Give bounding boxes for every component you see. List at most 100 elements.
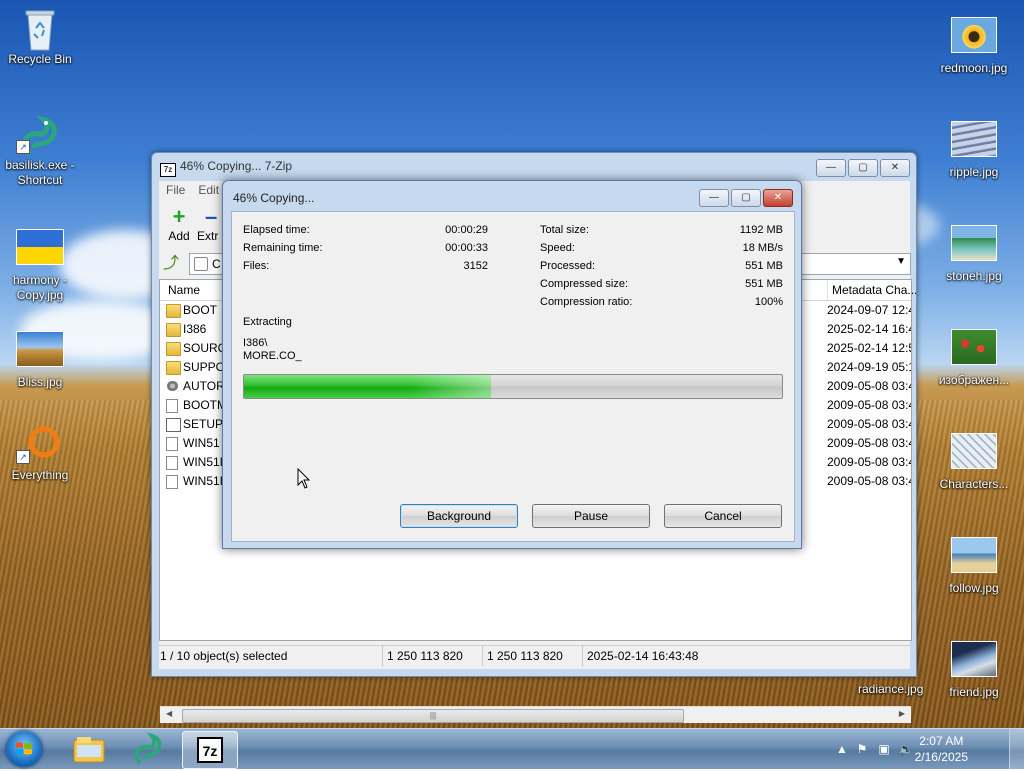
system-tray: ▲ ⚑ ▣ 🔈 2:07 AM 2/16/2025 [834, 729, 1024, 769]
desktop-icon-label: Everything [11, 468, 69, 482]
desktop-icon-radiance[interactable]: radiance.jpg [858, 682, 938, 696]
clock-time: 2:07 AM [919, 734, 964, 748]
minimize-button[interactable]: — [699, 189, 729, 207]
window-controls: — ▢ ✕ [816, 159, 910, 177]
desktop-icon-harmony[interactable]: harmony - Copy.jpg [0, 226, 80, 303]
image-thumbnail-icon [16, 331, 64, 371]
desktop-icon-label: Recycle Bin [8, 52, 72, 66]
image-thumbnail-icon [16, 229, 64, 269]
close-button[interactable]: ✕ [880, 159, 910, 177]
processed-label: Processed: [540, 260, 596, 272]
taskbar-explorer[interactable] [62, 731, 116, 767]
file-date: 2024-09-07 12:4 [827, 303, 911, 317]
dropdown-arrow-icon[interactable]: ▼ [896, 256, 906, 267]
settings-file-icon [166, 380, 179, 392]
cancel-button[interactable]: Cancel [664, 504, 782, 528]
desktop-icon-friend[interactable]: friend.jpg [934, 638, 1014, 700]
file-name: BOOT [183, 303, 218, 317]
file-icon [166, 399, 178, 413]
desktop-icon-characters[interactable]: Characters... [934, 430, 1014, 492]
files-value: 3152 [463, 260, 488, 272]
desktop-icon-follow[interactable]: follow.jpg [934, 534, 1014, 596]
7zip-icon: 7z [160, 163, 176, 177]
total-size-value: 1192 MB [739, 224, 783, 236]
total-size-label: Total size: [540, 224, 589, 236]
files-label: Files: [243, 260, 270, 272]
file-name: SOURCES [183, 341, 227, 355]
remaining-label: Remaining time: [243, 242, 323, 254]
compression-ratio-label: Compression ratio: [540, 296, 633, 308]
taskbar: 7z ▲ ⚑ ▣ 🔈 2:07 AM 2/16/2025 [0, 728, 1024, 769]
file-date: 2009-05-08 03:4 [827, 436, 911, 450]
basilisk-icon: ↗ [16, 114, 64, 156]
desktop-icon-everything[interactable]: ↗ Everything [0, 424, 80, 483]
file-date: 2025-02-14 16:4 [827, 322, 911, 336]
scroll-left-icon[interactable]: ◀ [166, 709, 172, 718]
speed-value: 18 MB/s [742, 242, 783, 254]
desktop-icon-recycle-bin[interactable]: Recycle Bin [0, 8, 80, 67]
operation-text: Extracting [243, 316, 292, 328]
window-title: 7z 46% Copying... 7-Zip [160, 159, 292, 177]
address-text: C [212, 257, 221, 271]
elapsed-label: Elapsed time: [243, 224, 310, 236]
file-icon [166, 437, 178, 451]
close-button[interactable]: ✕ [763, 189, 793, 207]
scroll-thumb[interactable]: ||| [182, 709, 684, 723]
scroll-right-icon[interactable]: ▶ [899, 709, 905, 718]
clock[interactable]: 2:07 AM 2/16/2025 [915, 733, 968, 765]
image-thumbnail-icon [950, 433, 998, 473]
desktop-icon-label: friend.jpg [949, 685, 999, 699]
copy-progress-dialog: 46% Copying... — ▢ ✕ Elapsed time: 00:00… [222, 180, 802, 549]
maximize-button[interactable]: ▢ [731, 189, 761, 207]
file-name: WIN51IP [183, 455, 227, 469]
add-button[interactable]: + Add [159, 206, 199, 244]
background-button[interactable]: Background [400, 504, 518, 528]
show-hidden-icons-icon[interactable]: ▲ [834, 741, 850, 757]
desktop-icon-label: follow.jpg [949, 581, 999, 595]
compressed-size-label: Compressed size: [540, 278, 629, 290]
svg-text:7z: 7z [203, 743, 218, 759]
menu-file[interactable]: File [166, 183, 185, 197]
status-modified: 2025-02-14 16:43:48 [582, 646, 698, 666]
network-icon[interactable]: ▣ [876, 741, 892, 757]
column-metadata[interactable]: Metadata Cha... [827, 280, 916, 300]
start-button[interactable] [6, 731, 42, 767]
maximize-button[interactable]: ▢ [848, 159, 878, 177]
horizontal-scrollbar[interactable]: ◀ ||| ▶ [160, 706, 911, 723]
desktop-icon-redmoon[interactable]: redmoon.jpg [934, 14, 1014, 76]
file-name: SUPPORT [183, 360, 227, 374]
folder-icon [166, 323, 181, 337]
desktop-icon-ripple[interactable]: ripple.jpg [934, 118, 1014, 180]
volume-muted-icon[interactable]: 🔈 [898, 741, 914, 757]
file-date: 2009-05-08 03:4 [827, 417, 911, 431]
desktop-icon-bliss[interactable]: Bliss.jpg [0, 328, 80, 390]
shortcut-arrow-icon: ↗ [16, 450, 30, 464]
basilisk-icon [134, 732, 162, 765]
show-desktop-button[interactable] [1009, 729, 1024, 769]
file-date: 2009-05-08 03:4 [827, 398, 911, 412]
status-packed: 1 250 113 820 [482, 646, 563, 666]
folder-icon [166, 342, 181, 356]
extract-button[interactable]: – Extr [197, 207, 223, 243]
desktop-icon-label: redmoon.jpg [940, 61, 1008, 75]
file-date: 2009-05-08 03:4 [827, 455, 911, 469]
menu-edit[interactable]: Edit [198, 183, 219, 197]
7zip-icon: 7z [197, 737, 223, 763]
pause-button[interactable]: Pause [532, 504, 650, 528]
column-name[interactable]: Name [168, 280, 200, 300]
window-title-text: 46% Copying... 7-Zip [180, 159, 293, 173]
shortcut-arrow-icon: ↗ [16, 140, 30, 154]
taskbar-7zip[interactable]: 7z [182, 731, 238, 769]
folder-icon [166, 304, 181, 318]
desktop-icon-izobrazhen[interactable]: изображен... [934, 326, 1014, 388]
folder-icon [166, 361, 181, 375]
file-icon [166, 475, 178, 489]
up-folder-icon[interactable]: ⤴ [163, 255, 181, 273]
minimize-button[interactable]: — [816, 159, 846, 177]
processed-value: 551 MB [745, 260, 783, 272]
action-center-flag-icon[interactable]: ⚑ [854, 741, 870, 757]
desktop-icon-label: ripple.jpg [949, 165, 999, 179]
desktop-icon-basilisk[interactable]: ↗ basilisk.exe - Shortcut [0, 114, 80, 188]
desktop-icon-stoneh[interactable]: stoneh.jpg [934, 222, 1014, 284]
taskbar-basilisk[interactable] [122, 731, 176, 767]
